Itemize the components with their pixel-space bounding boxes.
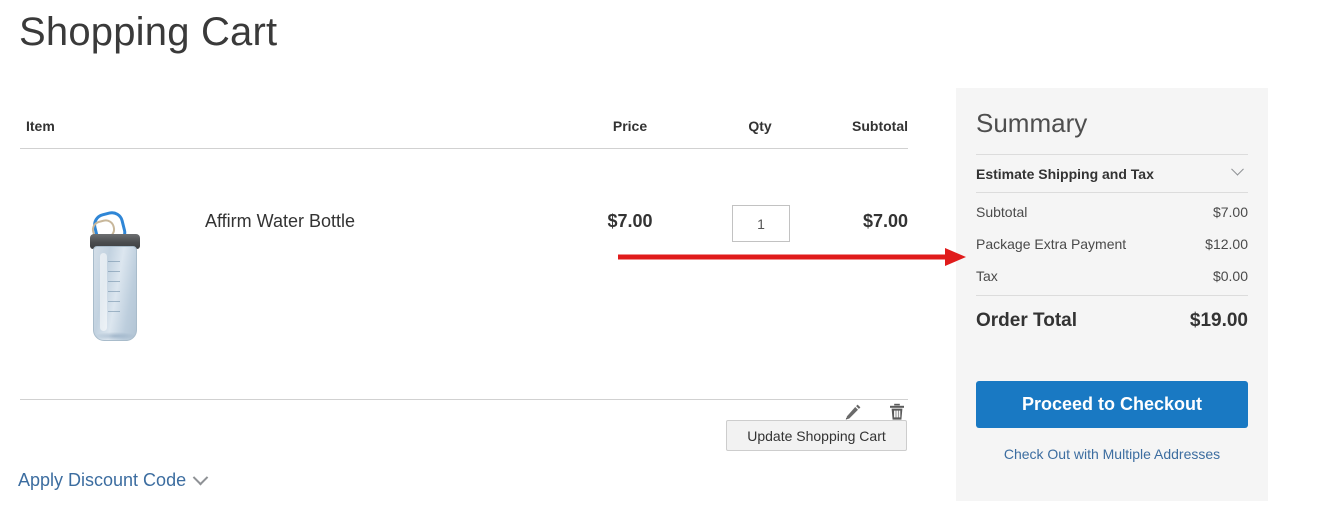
- summary-title: Summary: [976, 108, 1088, 138]
- chevron-down-icon: [192, 469, 209, 486]
- estimate-shipping-and-tax-label: Estimate Shipping and Tax: [976, 165, 1154, 182]
- order-total-row: Order Total $19.00: [976, 295, 1248, 332]
- total-line-tax: Tax $0.00: [976, 260, 1248, 292]
- total-line-subtotal: Subtotal $7.00: [976, 196, 1248, 228]
- column-header-item: Item: [26, 118, 55, 134]
- total-label: Subtotal: [976, 204, 1028, 220]
- bottle-highlight: [100, 253, 107, 331]
- bottle-shadow: [95, 332, 135, 340]
- bottle-body: [93, 246, 137, 341]
- apply-discount-code-toggle[interactable]: Apply Discount Code: [18, 469, 209, 491]
- total-value: $12.00: [1205, 236, 1248, 252]
- total-value: $0.00: [1212, 268, 1248, 284]
- column-header-qty: Qty: [748, 118, 772, 134]
- cart-table-header: Item Price Qty Subtotal: [20, 110, 908, 149]
- summary-panel: Summary Estimate Shipping and Tax Subtot…: [956, 88, 1268, 501]
- cell-subtotal: $7.00: [862, 211, 908, 231]
- order-total-label: Order Total: [976, 310, 1077, 331]
- chevron-down-icon: [1231, 162, 1244, 176]
- product-image[interactable]: [75, 204, 155, 344]
- update-shopping-cart-button[interactable]: Update Shopping Cart: [726, 420, 907, 451]
- total-line-package-extra-payment: Package Extra Payment $12.00: [976, 228, 1248, 260]
- bottle-measurement-marks: [108, 261, 120, 327]
- table-row: Affirm Water Bottle $7.00 $7.00: [20, 149, 908, 420]
- total-label: Package Extra Payment: [976, 236, 1127, 252]
- column-header-price: Price: [612, 118, 648, 134]
- totals-list: Subtotal $7.00 Package Extra Payment $12…: [976, 196, 1248, 292]
- cell-price: $7.00: [607, 211, 653, 231]
- check-out-with-multiple-addresses-link[interactable]: Check Out with Multiple Addresses: [976, 446, 1248, 462]
- estimate-shipping-and-tax-toggle[interactable]: Estimate Shipping and Tax: [976, 154, 1248, 193]
- total-label: Tax: [976, 268, 998, 284]
- product-name-link[interactable]: Affirm Water Bottle: [205, 211, 355, 232]
- order-total-value: $19.00: [1189, 310, 1248, 331]
- column-header-subtotal: Subtotal: [852, 118, 908, 134]
- total-value: $7.00: [1212, 204, 1248, 220]
- proceed-to-checkout-button[interactable]: Proceed to Checkout: [976, 381, 1248, 428]
- apply-discount-code-label: Apply Discount Code: [18, 470, 187, 490]
- cart-table: Item Price Qty Subtotal Affirm Water Bot…: [20, 110, 908, 420]
- qty-input[interactable]: [732, 205, 790, 242]
- page-title: Shopping Cart: [19, 10, 278, 54]
